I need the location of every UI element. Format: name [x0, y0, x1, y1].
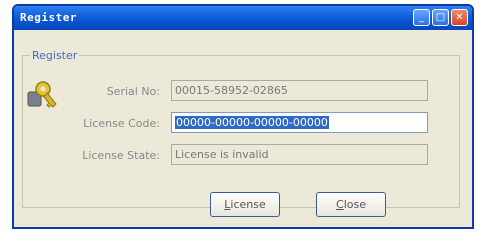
license-code-value: 00000-00000-00000-00000 [175, 116, 329, 129]
serial-label: Serial No: [106, 85, 160, 98]
license-code-input[interactable]: 00000-00000-00000-00000 [171, 112, 428, 133]
title-bar[interactable]: Register _ □ ✕ [14, 6, 472, 30]
window-title: Register [20, 11, 77, 24]
license-state-label: License State: [82, 149, 160, 162]
group-title: Register [30, 49, 80, 62]
close-label-rest: lose [343, 198, 366, 211]
license-label-rest: icense [230, 198, 266, 211]
key-icon [27, 81, 57, 108]
license-state-field[interactable]: License is invalid [171, 144, 428, 165]
license-code-label: License Code: [83, 117, 160, 130]
license-state-value: License is invalid [175, 148, 269, 161]
close-mnemonic: C [336, 198, 344, 211]
serial-value: 00015-58952-02865 [175, 84, 288, 97]
close-window-button[interactable]: ✕ [451, 9, 468, 26]
license-button[interactable]: License [210, 192, 280, 217]
close-button[interactable]: Close [316, 192, 386, 217]
minimize-button[interactable]: _ [413, 9, 430, 26]
serial-field[interactable]: 00015-58952-02865 [171, 80, 428, 101]
maximize-button[interactable]: □ [432, 9, 449, 26]
